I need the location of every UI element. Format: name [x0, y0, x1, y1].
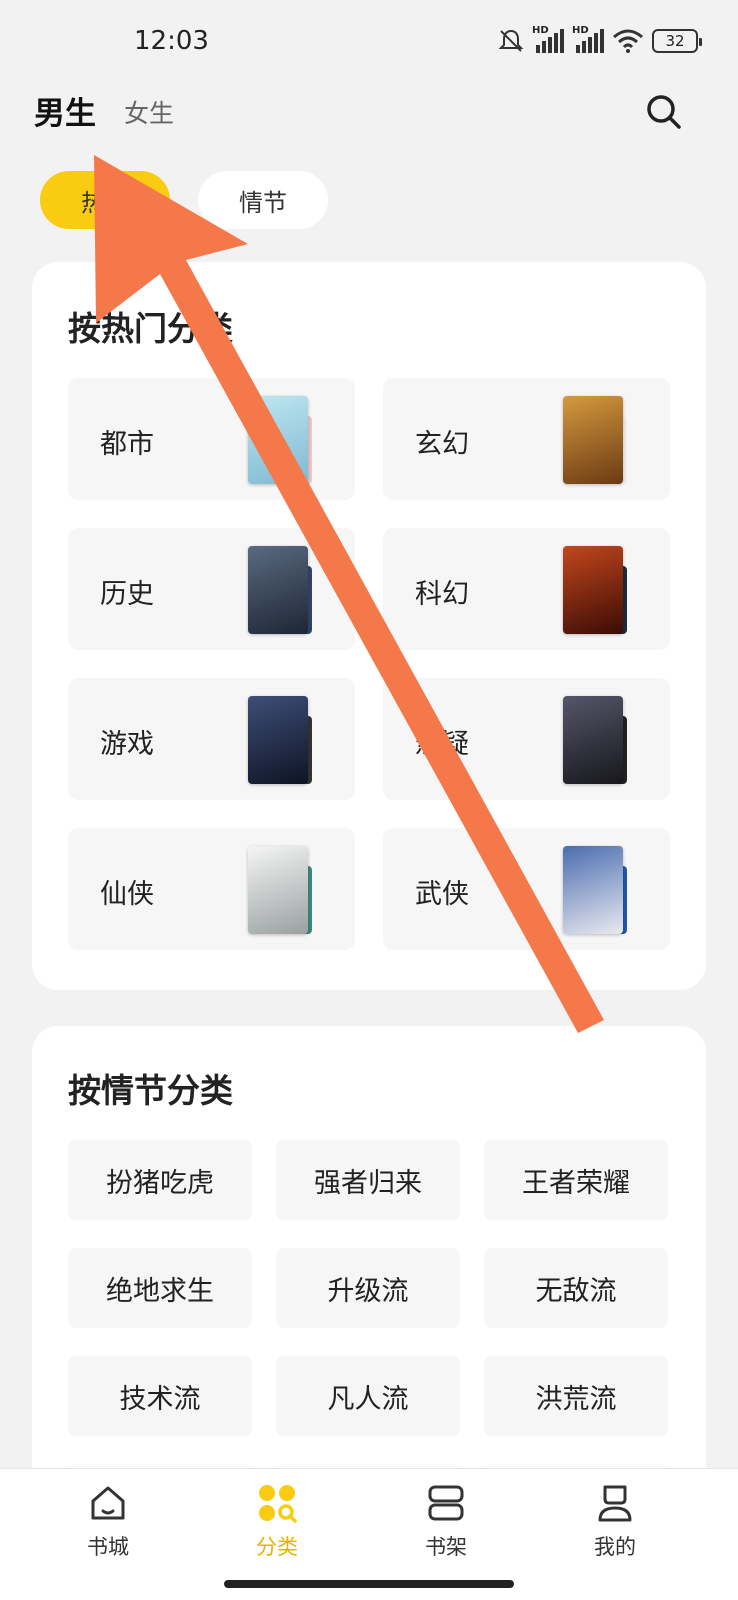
plot-category-card: 按情节分类 扮猪吃虎 强者归来 王者荣耀 绝地求生 升级流 无敌流 技术流 凡人… [32, 1026, 706, 1526]
tab-category[interactable]: 分类 [227, 1483, 327, 1561]
category-label: 历史 [100, 579, 154, 610]
status-icons: HD HD 32 [498, 25, 702, 54]
battery-level: 32 [665, 32, 685, 50]
tab-profile[interactable]: 我的 [565, 1483, 665, 1561]
plot-tag[interactable]: 洪荒流 [484, 1356, 668, 1436]
status-bar: 12:03 HD HD 32 [0, 0, 738, 80]
battery-icon: 32 [652, 29, 702, 53]
plot-tag[interactable]: 无敌流 [484, 1248, 668, 1328]
category-icon [259, 1485, 297, 1523]
top-nav: 男生 女生 [0, 84, 738, 134]
mute-icon [498, 29, 524, 52]
chip-hot[interactable]: 热门 [40, 171, 170, 229]
filter-chips: 热门 情节 [40, 171, 328, 229]
category-label: 玄幻 [415, 429, 469, 460]
category-item[interactable]: 玄幻 [383, 378, 670, 500]
plot-tag[interactable]: 王者荣耀 [484, 1140, 668, 1220]
home-indicator [224, 1580, 514, 1588]
search-icon[interactable] [644, 92, 684, 132]
category-item[interactable]: 悬疑 [383, 678, 670, 800]
book-cover [248, 396, 308, 484]
tab-label: 我的 [594, 1535, 636, 1559]
book-cover [563, 546, 623, 634]
wifi-icon [613, 29, 643, 53]
category-label: 游戏 [100, 729, 154, 760]
book-cover [563, 396, 623, 484]
tab-bookshelf[interactable]: 书架 [396, 1483, 496, 1561]
category-label: 仙侠 [100, 879, 154, 910]
category-item[interactable]: 都市 [68, 378, 355, 500]
hd-label: HD [572, 25, 589, 36]
bookshelf-icon [428, 1485, 464, 1521]
status-time: 12:03 [134, 26, 209, 56]
section-title: 按情节分类 [68, 1071, 233, 1110]
category-item[interactable]: 武侠 [383, 828, 670, 950]
chip-plot[interactable]: 情节 [198, 171, 328, 229]
signal-icon: HD [572, 25, 604, 53]
tab-male[interactable]: 男生 [34, 88, 96, 133]
category-label: 科幻 [415, 579, 469, 610]
book-cover [563, 846, 623, 934]
category-label: 都市 [100, 429, 154, 460]
tab-bookstore[interactable]: 书城 [58, 1483, 158, 1561]
category-item[interactable]: 仙侠 [68, 828, 355, 950]
section-title: 按热门分类 [68, 309, 233, 348]
category-label: 悬疑 [415, 729, 469, 760]
plot-tag[interactable]: 凡人流 [276, 1356, 460, 1436]
home-icon [91, 1486, 125, 1520]
hd-label: HD [532, 25, 549, 36]
category-item[interactable]: 游戏 [68, 678, 355, 800]
tab-label: 书架 [425, 1535, 467, 1559]
plot-tag[interactable]: 强者归来 [276, 1140, 460, 1220]
plot-tag[interactable]: 升级流 [276, 1248, 460, 1328]
plot-tag[interactable]: 扮猪吃虎 [68, 1140, 252, 1220]
book-cover [248, 846, 308, 934]
book-cover [248, 546, 308, 634]
plot-tag[interactable]: 技术流 [68, 1356, 252, 1436]
tab-label: 分类 [256, 1535, 298, 1559]
profile-icon [598, 1485, 632, 1522]
plot-tag[interactable]: 绝地求生 [68, 1248, 252, 1328]
tab-female[interactable]: 女生 [124, 94, 174, 130]
book-cover [563, 696, 623, 784]
tab-label: 书城 [87, 1535, 129, 1559]
hot-category-card: 按热门分类 都市 玄幻 历史 科幻 游戏 悬疑 仙侠 武侠 [32, 262, 706, 990]
hot-category-grid: 都市 玄幻 历史 科幻 游戏 悬疑 仙侠 武侠 [68, 378, 670, 950]
signal-icon: HD [532, 25, 564, 53]
book-cover [248, 696, 308, 784]
plot-tag-grid: 扮猪吃虎 强者归来 王者荣耀 绝地求生 升级流 无敌流 技术流 凡人流 洪荒流 [68, 1140, 670, 1504]
category-item[interactable]: 历史 [68, 528, 355, 650]
category-item[interactable]: 科幻 [383, 528, 670, 650]
category-label: 武侠 [415, 879, 469, 910]
